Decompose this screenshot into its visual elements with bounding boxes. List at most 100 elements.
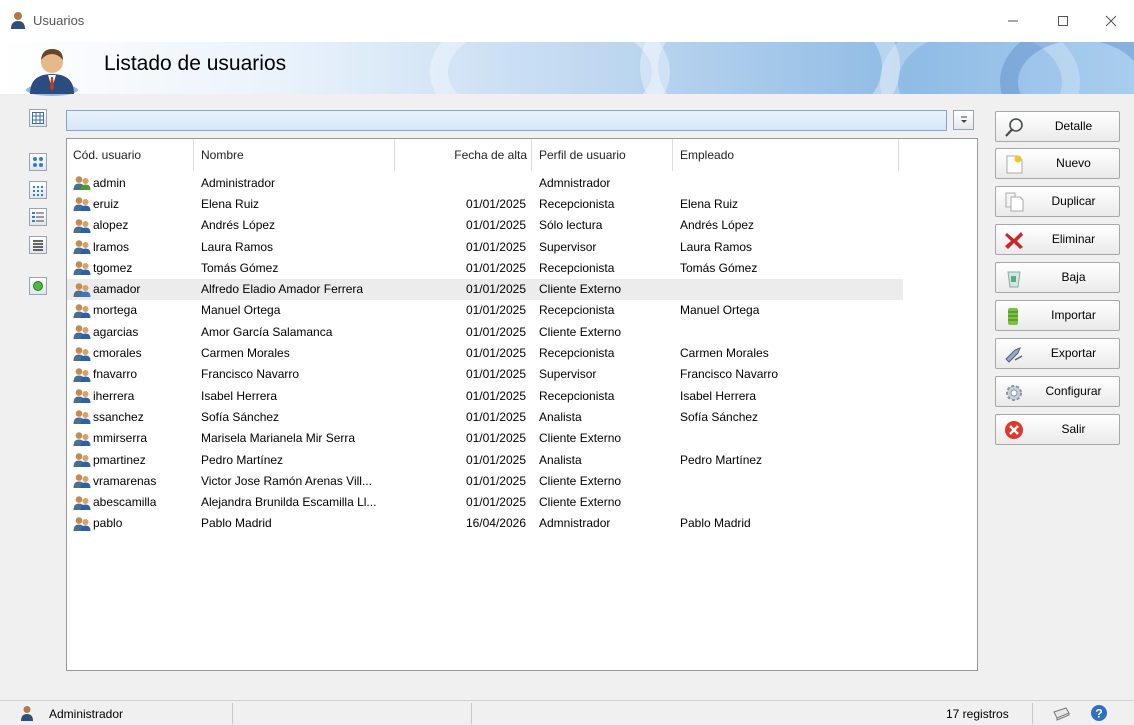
cell-code: vramarenas xyxy=(67,473,194,489)
column-header-employee[interactable]: Empleado xyxy=(673,139,899,171)
cell-employee: Pedro Martínez xyxy=(680,452,763,467)
button-label: Baja xyxy=(1061,270,1086,284)
cell-employee: Pablo Madrid xyxy=(680,516,751,531)
large-icons-view-button[interactable] xyxy=(29,153,47,171)
grid-view-button[interactable] xyxy=(29,109,47,127)
cell-date: 01/01/2025 xyxy=(465,218,526,233)
table-row[interactable]: vramarenas Victor Jose Ramón Arenas Vill.… xyxy=(67,470,903,491)
minimize-button[interactable] xyxy=(990,0,1036,42)
close-button[interactable] xyxy=(1088,0,1134,42)
filter-bar[interactable] xyxy=(66,110,947,131)
cell-profile: Analista xyxy=(539,409,582,424)
close-icon xyxy=(1105,15,1117,27)
table-row[interactable]: iherrera Isabel Herrera 01/01/2025 Recepcio… xyxy=(67,385,903,406)
title-bar: Usuarios xyxy=(0,0,1134,42)
cell-date: 16/04/2026 xyxy=(465,516,526,531)
cell-employee: Laura Ramos xyxy=(680,239,753,254)
cell-date: 01/01/2025 xyxy=(465,388,526,403)
cell-profile: Recepcionista xyxy=(539,346,615,361)
user-code: lramos xyxy=(93,239,130,254)
users-table[interactable]: Cód. usuario Nombre Fecha de alta Perfil… xyxy=(66,138,978,671)
table-row[interactable]: alopez Andrés López 01/01/2025 Sólo lectura… xyxy=(67,215,903,236)
user-icon xyxy=(73,389,91,404)
cell-code: fnavarro xyxy=(67,367,194,382)
cell-profile: Recepcionista xyxy=(539,303,615,318)
importar-button[interactable]: Importar xyxy=(995,300,1120,331)
button-label: Exportar xyxy=(1050,346,1097,360)
cell-date: 01/01/2025 xyxy=(465,473,526,488)
user-green-icon xyxy=(73,176,91,191)
cell-name: Andrés López xyxy=(201,218,276,233)
cell-name: Alfredo Eladio Amador Ferrera xyxy=(201,282,364,297)
table-header: Cód. usuario Nombre Fecha de alta Perfil… xyxy=(67,139,903,171)
user-code: mortega xyxy=(93,303,138,318)
cell-employee: Isabel Herrera xyxy=(680,388,757,403)
button-label: Salir xyxy=(1061,422,1086,436)
table-row[interactable]: cmorales Carmen Morales 01/01/2025 Recepcio… xyxy=(67,342,903,363)
table-row[interactable]: fnavarro Francisco Navarro 01/01/2025 Super… xyxy=(67,364,903,385)
grid-icon xyxy=(32,112,44,124)
cell-profile: Cliente Externo xyxy=(539,495,622,510)
status-user: Administrador xyxy=(49,707,124,721)
user-icon xyxy=(73,325,91,340)
duplicar-button[interactable]: Duplicar xyxy=(995,186,1120,217)
cell-employee: Sofía Sánchez xyxy=(680,409,759,424)
cell-date: 01/01/2025 xyxy=(465,409,526,424)
small-icons-view-button[interactable] xyxy=(29,181,47,199)
table-row[interactable]: tgomez Tomás Gómez 01/01/2025 Recepcionista… xyxy=(67,257,903,278)
button-label: Duplicar xyxy=(1051,194,1096,208)
cell-employee: Elena Ruiz xyxy=(680,196,739,211)
cell-date: 01/01/2025 xyxy=(465,239,526,254)
cell-code: mmirserra xyxy=(67,431,194,446)
help-icon[interactable]: ? xyxy=(1090,704,1108,722)
user-code: fnavarro xyxy=(93,367,138,382)
details-view-button[interactable] xyxy=(29,236,47,254)
table-row[interactable]: lramos Laura Ramos 01/01/2025 Supervisor Lau… xyxy=(67,236,903,257)
trash-bin-icon xyxy=(1007,271,1021,288)
table-row[interactable]: ssanchez Sofía Sánchez 01/01/2025 Analista S… xyxy=(67,406,903,427)
filter-dropdown-button[interactable] xyxy=(953,110,974,130)
new-document-icon xyxy=(1006,155,1023,174)
cell-date: 01/01/2025 xyxy=(465,282,526,297)
cell-code: cmorales xyxy=(67,346,194,361)
salir-button[interactable]: Salir xyxy=(995,414,1120,445)
user-icon xyxy=(73,197,91,212)
configurar-button[interactable]: Configurar xyxy=(995,376,1120,407)
user-icon xyxy=(73,431,91,446)
table-row[interactable]: eruiz Elena Ruiz 01/01/2025 Recepcionista El… xyxy=(67,193,903,214)
cell-name: Carmen Morales xyxy=(201,346,290,361)
cell-employee: Manuel Ortega xyxy=(680,303,760,318)
column-header-date[interactable]: Fecha de alta xyxy=(395,139,532,171)
button-label: Eliminar xyxy=(1051,232,1096,246)
table-row[interactable]: abescamilla Alejandra Brunilda Escamilla … xyxy=(67,492,903,513)
nuevo-button[interactable]: Nuevo xyxy=(995,148,1120,179)
print-icon[interactable] xyxy=(1052,704,1070,722)
cell-profile: Recepcionista xyxy=(539,196,615,211)
column-header-profile[interactable]: Perfil de usuario xyxy=(532,139,673,171)
active-filter-button[interactable] xyxy=(29,277,47,295)
large-icons-icon xyxy=(33,157,43,167)
cell-name: Marisela Marianela Mir Serra xyxy=(201,431,356,446)
table-row[interactable]: pmartinez Pedro Martínez 01/01/2025 Analist… xyxy=(67,449,903,470)
table-row[interactable]: mmirserra Marisela Marianela Mir Serra 01/… xyxy=(67,428,903,449)
exportar-button[interactable]: Exportar xyxy=(995,338,1120,369)
cell-date: 01/01/2025 xyxy=(465,452,526,467)
table-row[interactable]: mortega Manuel Ortega 01/01/2025 Recepcioni… xyxy=(67,300,903,321)
user-code: abescamilla xyxy=(93,495,157,510)
cell-name: Pedro Martínez xyxy=(201,452,284,467)
user-code: mmirserra xyxy=(93,431,147,446)
green-dot-icon xyxy=(33,281,43,291)
button-label: Configurar xyxy=(1045,384,1102,398)
delete-x-icon xyxy=(1005,232,1023,249)
table-row[interactable]: agarcias Amor García Salamanca 01/01/2025 C… xyxy=(67,321,903,342)
detalle-button[interactable]: Detalle xyxy=(995,111,1120,142)
table-row[interactable]: pablo Pablo Madrid 16/04/2026 Admnistrador P… xyxy=(67,513,903,534)
column-header-code[interactable]: Cód. usuario xyxy=(67,139,194,171)
column-header-name[interactable]: Nombre xyxy=(194,139,395,171)
baja-button[interactable]: Baja xyxy=(995,262,1120,293)
maximize-button[interactable] xyxy=(1040,0,1086,42)
eliminar-button[interactable]: Eliminar xyxy=(995,224,1120,255)
table-row[interactable]: aamador Alfredo Eladio Amador Ferrera 01/0… xyxy=(67,278,903,300)
table-row[interactable]: admin Administrador Admnistrador xyxy=(67,172,903,193)
list-view-button[interactable] xyxy=(29,208,47,226)
